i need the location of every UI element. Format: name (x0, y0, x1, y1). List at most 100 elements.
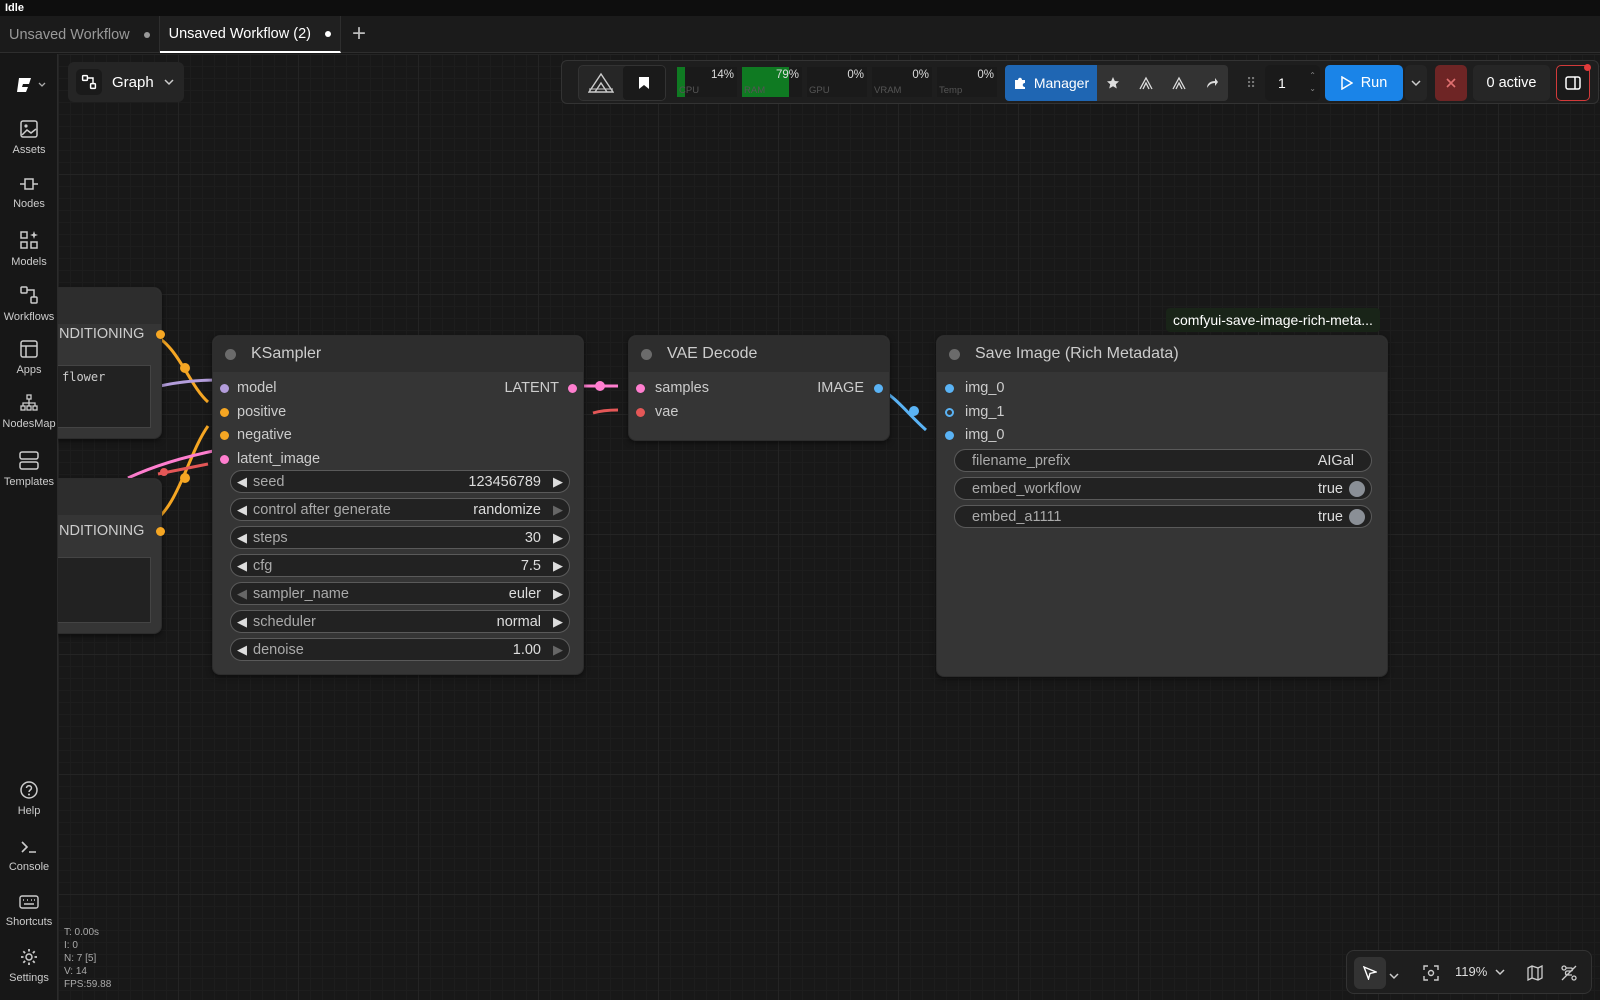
input-img-0[interactable]: img_0 (945, 378, 1005, 398)
run-options-button[interactable] (1405, 65, 1427, 101)
decrement-icon[interactable]: ◀ (231, 586, 253, 602)
sidebar-item-templates[interactable]: Templates (0, 450, 58, 488)
sidebar-item-help[interactable]: Help (0, 781, 58, 817)
input-dot-icon[interactable] (945, 430, 954, 440)
output-image[interactable]: IMAGE (817, 378, 883, 398)
fit-view-button[interactable] (1423, 965, 1439, 986)
decrement-icon[interactable]: ◀ (231, 530, 253, 546)
widget-sampler-name[interactable]: ◀ sampler_name euler ▶ (230, 582, 570, 605)
input-img-1[interactable]: img_1 (945, 402, 1005, 422)
widget-steps[interactable]: ◀ steps 30 ▶ (230, 526, 570, 549)
input-negative[interactable]: negative (220, 425, 292, 445)
increment-icon[interactable]: ▶ (547, 474, 569, 490)
output-dot-icon[interactable] (156, 329, 166, 339)
save-image-node[interactable]: Save Image (Rich Metadata) img_0 img_1 i… (936, 335, 1388, 677)
prompt-textarea[interactable] (58, 557, 151, 623)
collapse-dot-icon[interactable] (949, 348, 960, 360)
input-img-0-extra[interactable]: img_0 (945, 425, 1005, 445)
minimap-button[interactable] (1527, 964, 1543, 986)
decrement-icon[interactable]: ◀ (231, 474, 253, 490)
mountain-alt-icon[interactable] (1172, 76, 1186, 90)
increment-icon[interactable]: ▶ (547, 586, 569, 602)
input-model[interactable]: model (220, 378, 277, 398)
increment-icon[interactable]: ▶ (547, 530, 569, 546)
stepper-arrows-icon[interactable]: ⌃ ⌄ (1309, 69, 1316, 95)
decrement-icon[interactable]: ◀ (231, 642, 253, 658)
share-arrow-icon[interactable] (1205, 76, 1219, 90)
comfy-logo-menu[interactable] (14, 74, 48, 96)
output-dot-icon[interactable] (568, 383, 577, 393)
bookmark-button[interactable] (623, 66, 665, 100)
input-dot-icon[interactable] (220, 383, 229, 393)
input-dot-icon[interactable] (220, 454, 229, 464)
tab-unsaved-workflow-2[interactable]: Unsaved Workflow (2) (159, 16, 341, 53)
ksampler-node[interactable]: KSampler model positive negative latent_… (212, 335, 584, 675)
input-dot-icon[interactable] (220, 407, 229, 417)
sidebar-item-models[interactable]: Models (0, 230, 58, 268)
drag-handle-icon[interactable]: ⠿ (1246, 75, 1256, 92)
widget-denoise[interactable]: ◀ denoise 1.00 ▶ (230, 638, 570, 661)
tab-unsaved-workflow[interactable]: Unsaved Workflow (0, 16, 160, 53)
input-samples[interactable]: samples (636, 378, 709, 398)
widget-embed-workflow[interactable]: embed_workflow true (954, 477, 1372, 500)
graph-mode-button[interactable]: Graph (68, 62, 184, 102)
queue-active-button[interactable]: 0 active (1473, 65, 1550, 101)
sidebar-item-assets[interactable]: Assets (0, 120, 58, 156)
toggle-knob-icon[interactable] (1349, 480, 1365, 497)
decrement-icon[interactable]: ◀ (231, 502, 253, 518)
toggle-links-button[interactable] (1561, 965, 1577, 986)
sidebar-item-shortcuts[interactable]: Shortcuts (0, 894, 58, 928)
widget-seed[interactable]: ◀ seed 123456789 ▶ (230, 470, 570, 493)
input-dot-icon[interactable] (636, 383, 645, 393)
sidebar-item-apps[interactable]: Apps (0, 340, 58, 376)
input-vae[interactable]: vae (636, 402, 678, 422)
mountain-icon[interactable] (1139, 76, 1153, 90)
widget-embed-a1111[interactable]: embed_a1111 true (954, 505, 1372, 528)
sidebar-item-nodesmap[interactable]: NodesMap (0, 394, 58, 430)
widget-scheduler[interactable]: ◀ scheduler normal ▶ (230, 610, 570, 633)
cancel-run-button[interactable] (1435, 65, 1467, 101)
zoom-level-dropdown[interactable]: 119% (1455, 964, 1505, 979)
toggle-knob-icon[interactable] (1349, 508, 1365, 525)
input-dot-icon[interactable] (945, 407, 954, 417)
widget-control-after-generate[interactable]: ◀ control after generate randomize ▶ (230, 498, 570, 521)
increment-icon[interactable]: ▶ (547, 614, 569, 630)
input-dot-icon[interactable] (220, 430, 229, 440)
widget-cfg[interactable]: ◀ cfg 7.5 ▶ (230, 554, 570, 577)
decrement-icon[interactable]: ◀ (231, 558, 253, 574)
star-icon[interactable] (1106, 76, 1120, 90)
manager-button[interactable]: Manager (1005, 65, 1097, 101)
toggle-panel-button[interactable] (1556, 64, 1591, 101)
graph-canvas[interactable]: NDITIONING flower NDITIONING KSampler mo… (58, 54, 1600, 1000)
increment-icon[interactable]: ▶ (547, 502, 569, 518)
input-dot-icon[interactable] (945, 383, 954, 393)
sidebar-item-settings[interactable]: Settings (0, 948, 58, 984)
node-title-bar[interactable]: KSampler (213, 336, 583, 372)
input-dot-icon[interactable] (636, 407, 645, 417)
decrement-icon[interactable]: ◀ (231, 614, 253, 630)
prompt-textarea[interactable]: flower (58, 365, 151, 428)
widget-filename-prefix[interactable]: filename_prefix AIGal (954, 449, 1372, 472)
increment-icon[interactable]: ▶ (547, 642, 569, 658)
output-dot-icon[interactable] (156, 526, 166, 536)
select-tool-button[interactable] (1354, 957, 1386, 989)
input-positive[interactable]: positive (220, 402, 286, 422)
run-button[interactable]: Run (1325, 65, 1403, 101)
vae-decode-node[interactable]: VAE Decode samples vae IMAGE (628, 335, 890, 441)
node-title-bar[interactable]: VAE Decode (629, 336, 889, 372)
collapse-dot-icon[interactable] (225, 348, 236, 360)
clip-text-encode-node-negative[interactable]: NDITIONING (58, 478, 166, 634)
batch-count-stepper[interactable]: 1 ⌃ ⌄ (1265, 65, 1320, 101)
node-title-bar[interactable]: Save Image (Rich Metadata) (937, 336, 1387, 372)
clip-text-encode-node-positive[interactable]: NDITIONING flower (58, 287, 166, 439)
tool-dropdown[interactable] (1389, 967, 1399, 985)
input-latent-image[interactable]: latent_image (220, 449, 320, 469)
collapse-dot-icon[interactable] (641, 348, 652, 360)
crystools-logo-button[interactable] (579, 66, 623, 100)
sidebar-item-console[interactable]: Console (0, 839, 58, 873)
output-dot-icon[interactable] (874, 383, 883, 393)
new-tab-button[interactable]: + (341, 16, 377, 52)
increment-icon[interactable]: ▶ (547, 558, 569, 574)
output-latent[interactable]: LATENT (504, 378, 577, 398)
sidebar-item-nodes[interactable]: Nodes (0, 176, 58, 210)
